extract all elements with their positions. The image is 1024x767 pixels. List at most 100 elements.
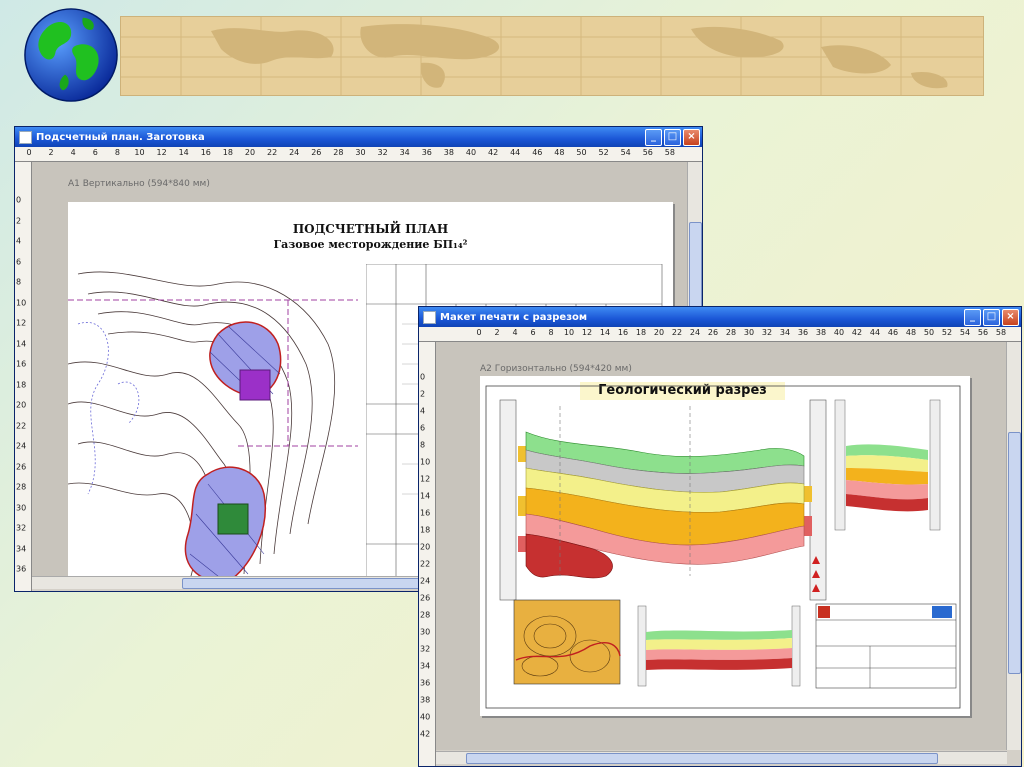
scroll-thumb[interactable] [182,578,424,589]
ruler-tick-label: 26 [16,462,27,471]
ruler-tick-label: 54 [620,148,631,157]
ruler-tick-label: 52 [941,328,953,337]
ruler-tick-label: 38 [815,328,827,337]
ruler-tick-label: 6 [420,423,426,433]
ruler-tick-label: 22 [16,421,27,430]
ruler-tick-label: 30 [16,503,27,512]
section-vertical-scrollbar[interactable] [1006,342,1021,750]
section-window-titlebar[interactable]: Макет печати с разрезом _ □ × [419,307,1021,327]
app-icon [19,130,32,144]
ruler-tick-label: 36 [16,564,27,574]
sheet-size-label: А2 Горизонтально (594*420 мм) [480,364,632,374]
ruler-tick-label: 52 [598,148,609,157]
section-window-title: Макет печати с разрезом [440,311,588,323]
plan-title: ПОДСЧЕТНЫЙ ПЛАН [292,222,449,236]
close-button[interactable]: × [1002,308,1019,326]
scroll-thumb[interactable] [1008,432,1021,674]
ruler-tick-label: 38 [420,695,431,705]
ruler-tick-label: 12 [420,474,431,484]
ruler-tick-label: 30 [420,627,431,637]
ruler-tick-label: 24 [420,576,431,586]
ruler-tick-label: 26 [420,593,431,603]
ruler-tick-label: 38 [443,148,454,157]
vertical-ruler: 0 2 4 6 8 10 12 14 16 18 20 22 24 26 28 30 32 34 36 38 40 42 [419,342,436,766]
ruler-tick-label: 50 [923,328,935,337]
ruler-tick-label: 18 [420,525,431,535]
ruler-tick-label: 12 [581,328,593,337]
scroll-thumb[interactable] [466,753,938,764]
ruler-tick-label: 42 [488,148,499,157]
ruler-tick-label: 22 [671,328,683,337]
ruler-tick-label: 32 [377,148,388,157]
ruler-tick-label: 6 [92,148,98,157]
app-icon [423,310,436,324]
ruler-tick-label: 4 [420,406,426,416]
ruler-tick-label: 40 [420,712,431,722]
ruler-tick-label: 46 [532,148,543,157]
ruler-tick-label: 40 [465,148,477,157]
close-button[interactable]: × [683,128,700,146]
plan-window-titlebar[interactable]: Подсчетный план. Заготовка _ □ × [15,127,702,147]
section-horizontal-scrollbar[interactable] [436,751,1007,764]
section-sheet: Геологический разрез [480,376,970,716]
vertical-ruler: 0 2 4 6 8 10 12 14 16 18 20 22 24 26 28 30 32 34 36 [15,162,32,591]
plan-window-title: Подсчетный план. Заготовка [36,131,205,143]
ruler-tick-label: 42 [851,328,863,337]
ruler-tick-label: 42 [420,729,431,739]
section-window[interactable]: Макет печати с разрезом _ □ × 0 2 4 6 8 10 12 1… [418,306,1022,767]
ruler-tick-label: 4 [512,328,518,337]
ruler-tick-label: 22 [267,148,278,157]
ruler-tick-label: 12 [16,318,27,328]
section-canvas[interactable]: А2 Горизонтально (594*420 мм) Геологичес… [436,342,1007,750]
ruler-tick-label: 34 [399,148,410,157]
ruler-tick-label: 18 [635,328,647,337]
ruler-tick-label: 0 [26,148,32,157]
ruler-tick-label: 10 [420,457,431,467]
ruler-tick-label: 16 [200,148,211,157]
ruler-tick-label: 8 [420,440,426,450]
ruler-tick-label: 16 [16,359,27,369]
ruler-tick-label: 28 [420,610,431,620]
ruler-tick-label: 22 [420,559,431,569]
ruler-tick-label: 4 [16,236,22,246]
world-map-decoration [121,17,983,95]
ruler-tick-label: 8 [548,328,554,337]
maximize-button[interactable]: □ [664,128,681,146]
ruler-tick-label: 28 [725,328,737,337]
ruler-tick-label: 2 [420,389,426,399]
ruler-tick-label: 36 [420,678,431,688]
map-banner [120,16,984,96]
ruler-tick-label: 18 [16,380,27,389]
ruler-tick-label: 30 [355,148,366,157]
ruler-tick-label: 58 [664,148,675,157]
ruler-tick-label: 10 [134,148,145,157]
minimize-button[interactable]: _ [964,308,981,326]
ruler-tick-label: 0 [476,328,482,337]
ruler-tick-label: 6 [16,257,22,266]
minimize-button[interactable]: _ [645,128,662,146]
ruler-tick-label: 48 [554,148,565,157]
ruler-tick-label: 32 [761,328,773,337]
ruler-tick-label: 2 [16,216,22,225]
ruler-tick-label: 34 [779,328,791,337]
ruler-tick-label: 34 [420,661,431,671]
ruler-tick-label: 10 [16,298,27,307]
ruler-tick-label: 0 [420,372,426,382]
ruler-tick-label: 28 [16,482,27,492]
maximize-button[interactable]: □ [983,308,1000,326]
ruler-tick-label: 36 [421,148,432,157]
ruler-tick-label: 6 [530,328,536,337]
ruler-tick-label: 2 [48,148,54,157]
ruler-tick-label: 44 [510,148,521,157]
ruler-tick-label: 56 [977,328,989,337]
ruler-tick-label: 32 [16,523,27,533]
ruler-tick-label: 10 [563,328,575,337]
ruler-tick-label: 48 [905,328,917,337]
ruler-tick-label: 26 [707,328,719,337]
ruler-tick-label: 26 [311,148,322,157]
ruler-tick-label: 32 [420,644,431,654]
ruler-tick-label: 20 [653,328,665,337]
ruler-tick-label: 16 [617,328,629,337]
plan-subtitle: Газовое месторождение БП₁₄² [273,238,468,251]
ruler-tick-label: 8 [114,148,120,157]
